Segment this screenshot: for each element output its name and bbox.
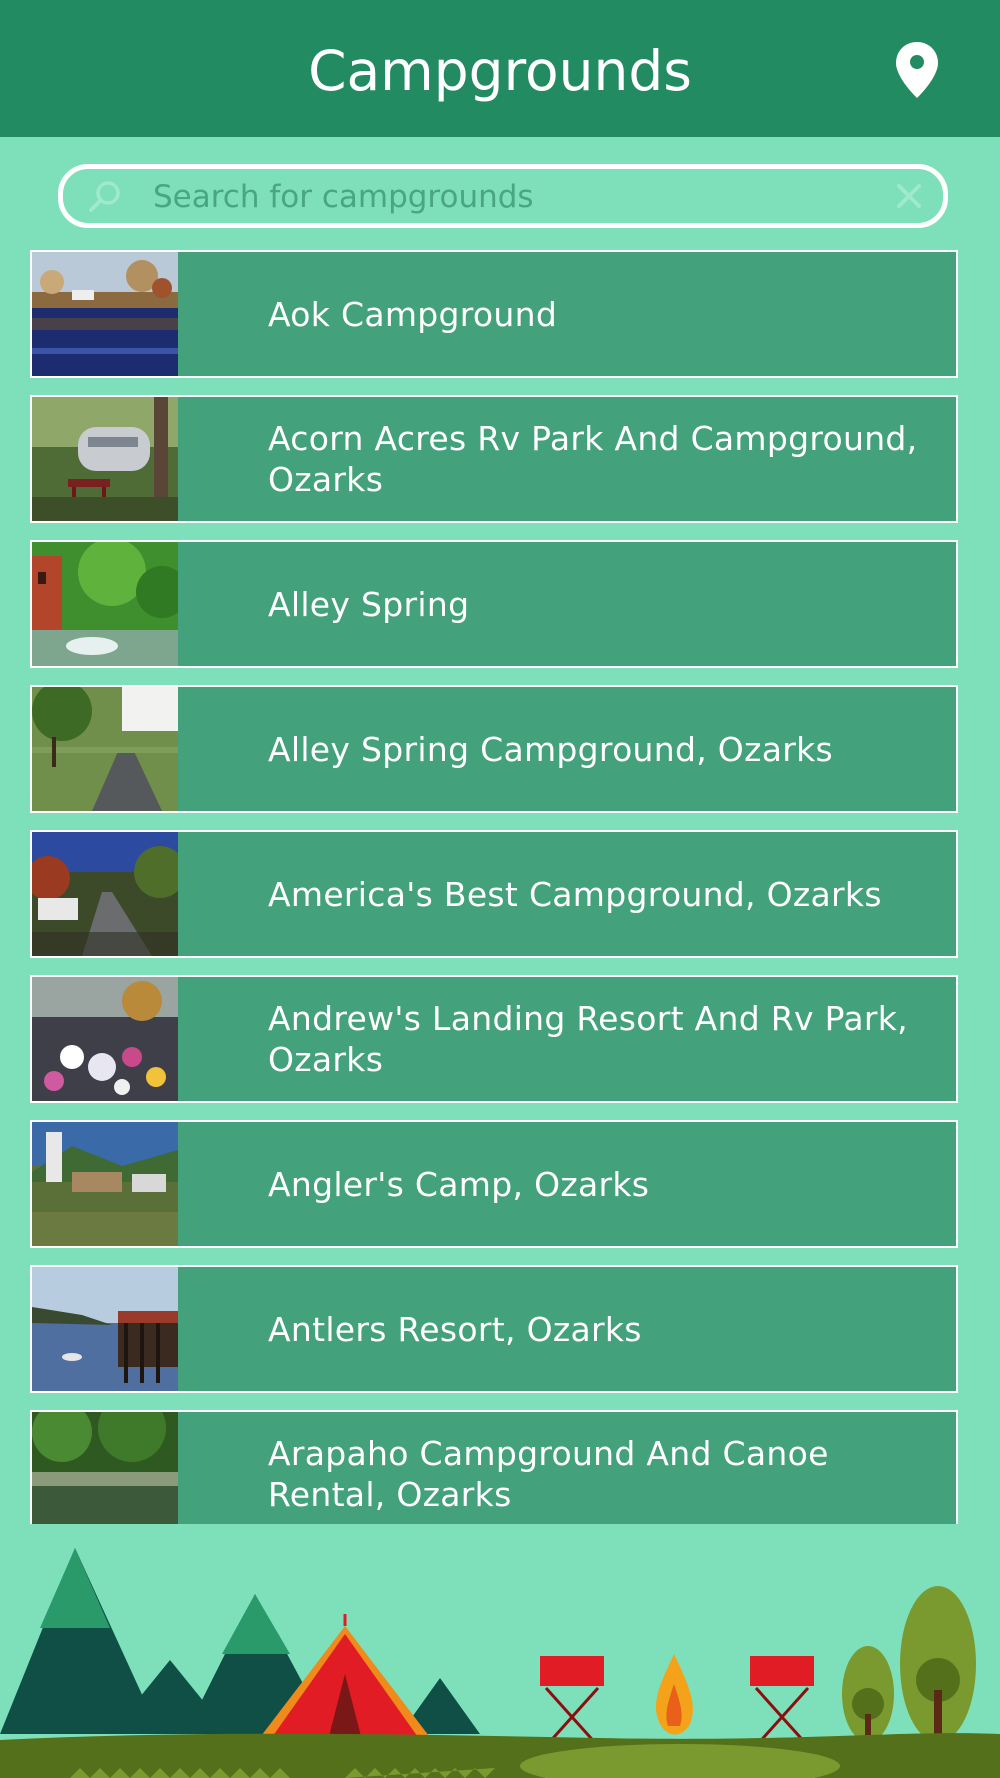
campground-name: America's Best Campground, Ozarks	[268, 874, 882, 914]
campground-thumbnail	[32, 397, 178, 521]
campground-list[interactable]: Aok Campground Acorn Acres Rv Park And C…	[30, 250, 958, 1524]
campground-thumbnail	[32, 1122, 178, 1246]
campground-name: Antlers Resort, Ozarks	[268, 1309, 642, 1349]
campground-name: Aok Campground	[268, 294, 558, 334]
close-icon[interactable]	[895, 182, 923, 210]
list-item[interactable]: Aok Campground	[30, 250, 958, 378]
campground-thumbnail	[32, 687, 178, 811]
campground-thumbnail	[32, 252, 178, 376]
search-bar[interactable]	[58, 164, 948, 228]
campsite-illustration	[0, 1524, 1000, 1778]
map-pin-icon[interactable]	[893, 40, 941, 100]
campground-name: Acorn Acres Rv Park And Campground, Ozar…	[268, 419, 918, 499]
campground-thumbnail	[32, 977, 178, 1101]
list-item[interactable]: America's Best Campground, Ozarks	[30, 830, 958, 958]
list-item[interactable]: Antlers Resort, Ozarks	[30, 1265, 958, 1393]
campground-thumbnail	[32, 832, 178, 956]
page-title: Campgrounds	[308, 39, 692, 103]
campground-name: Andrew's Landing Resort And Rv Park, Oza…	[268, 999, 908, 1079]
list-item[interactable]: Alley Spring	[30, 540, 958, 668]
app-header: Campgrounds	[0, 0, 1000, 137]
campground-thumbnail	[32, 1412, 178, 1524]
campground-name: Alley Spring	[268, 584, 470, 624]
campground-thumbnail	[32, 1267, 178, 1391]
campground-name: Alley Spring Campground, Ozarks	[268, 729, 833, 769]
search-icon	[89, 181, 120, 212]
campground-name: Angler's Camp, Ozarks	[268, 1164, 650, 1204]
list-item[interactable]: Andrew's Landing Resort And Rv Park, Oza…	[30, 975, 958, 1103]
campground-name: Arapaho Campground And Canoe Rental, Oza…	[268, 1434, 829, 1514]
list-item[interactable]: Acorn Acres Rv Park And Campground, Ozar…	[30, 395, 958, 523]
list-item[interactable]: Angler's Camp, Ozarks	[30, 1120, 958, 1248]
list-item[interactable]: Alley Spring Campground, Ozarks	[30, 685, 958, 813]
list-item[interactable]: Arapaho Campground And Canoe Rental, Oza…	[30, 1410, 958, 1524]
campground-thumbnail	[32, 542, 178, 666]
search-input[interactable]	[151, 169, 915, 225]
